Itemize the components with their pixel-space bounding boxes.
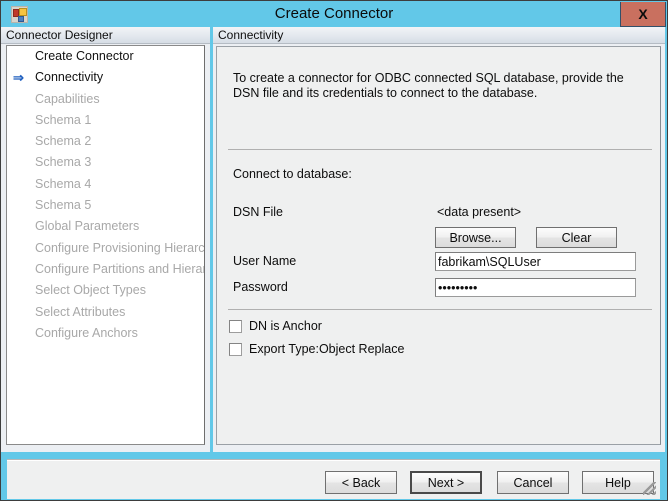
sidebar-item-schema-5[interactable]: Schema 5 [7, 195, 204, 216]
sidebar-item-label: Schema 2 [35, 134, 92, 149]
sidebar-item-schema-3[interactable]: Schema 3 [7, 152, 204, 173]
sidebar-item-label: Schema 3 [35, 155, 92, 170]
current-step-arrow-icon: ⇒ [13, 70, 24, 86]
dn-is-anchor-checkbox-row[interactable]: DN is Anchor [229, 319, 322, 333]
create-connector-dialog: Create Connector X Connector Designer Cr… [0, 0, 668, 501]
sidebar-item-label: Select Attributes [35, 304, 126, 319]
intro-description: To create a connector for ODBC connected… [233, 71, 624, 100]
next-button[interactable]: Next > [410, 471, 482, 494]
dialog-client-area: Connector Designer Create Connector ⇒ Co… [1, 27, 667, 500]
sidebar-item-capabilities[interactable]: Capabilities [7, 89, 204, 110]
sidebar-panel: Connector Designer Create Connector ⇒ Co… [1, 27, 210, 452]
sidebar-item-label: Schema 1 [35, 112, 92, 127]
footer-bar: < Back Next > Cancel Help [7, 461, 660, 499]
export-type-object-replace-label: Export Type:Object Replace [249, 342, 405, 356]
sidebar-item-create-connector[interactable]: Create Connector [7, 46, 204, 67]
sidebar-item-global-parameters[interactable]: Global Parameters [7, 216, 204, 237]
sidebar-item-label: Configure Anchors [35, 325, 138, 340]
window-title: Create Connector [274, 5, 394, 22]
dn-is-anchor-label: DN is Anchor [249, 319, 322, 333]
resize-grip-icon[interactable] [643, 482, 656, 495]
sidebar-item-configure-partitions-and-hierarchies[interactable]: Configure Partitions and Hierarchies [7, 259, 204, 280]
cancel-button[interactable]: Cancel [497, 471, 569, 494]
sidebar-item-label: Select Object Types [35, 283, 146, 298]
sidebar-item-label: Global Parameters [35, 219, 140, 234]
sidebar-item-configure-anchors[interactable]: Configure Anchors [7, 323, 204, 344]
sidebar-item-select-object-types[interactable]: Select Object Types [7, 280, 204, 301]
connectivity-form: To create a connector for ODBC connected… [216, 46, 661, 445]
password-label: Password [233, 280, 288, 294]
main-panel-header: Connectivity [213, 27, 665, 44]
dn-is-anchor-checkbox[interactable] [229, 319, 242, 333]
sidebar-item-configure-provisioning-hierarchy[interactable]: Configure Provisioning Hierarchy [7, 238, 204, 259]
sidebar-item-label: Capabilities [35, 91, 100, 106]
dsn-file-value: <data present> [437, 205, 522, 219]
sidebar-item-label: Configure Provisioning Hierarchy [35, 240, 205, 255]
close-icon[interactable]: X [620, 2, 666, 27]
clear-button[interactable]: Clear [536, 227, 617, 248]
user-name-input[interactable] [435, 252, 636, 271]
browse-button[interactable]: Browse... [435, 227, 516, 248]
divider-top [228, 149, 652, 150]
sidebar-item-schema-4[interactable]: Schema 4 [7, 174, 204, 195]
sidebar-item-label: Configure Partitions and Hierarchies [35, 261, 204, 276]
dsn-file-label: DSN File [233, 205, 284, 219]
back-button[interactable]: < Back [325, 471, 397, 494]
sidebar-item-label: Create Connector [35, 49, 134, 63]
sidebar-item-select-attributes[interactable]: Select Attributes [7, 302, 204, 323]
export-type-object-replace-checkbox-row[interactable]: Export Type:Object Replace [229, 342, 404, 356]
sidebar-item-label: Schema 5 [35, 198, 92, 213]
password-input[interactable] [435, 278, 636, 297]
sidebar-item-schema-1[interactable]: Schema 1 [7, 110, 204, 131]
title-bar: Create Connector X [1, 1, 667, 27]
main-panel: Connectivity To create a connector for O… [213, 27, 665, 452]
divider-bottom [228, 309, 652, 310]
export-type-object-replace-checkbox[interactable] [229, 342, 242, 356]
sidebar-item-label: Schema 4 [35, 176, 92, 191]
sidebar-item-connectivity[interactable]: ⇒ Connectivity [7, 67, 204, 88]
user-name-label: User Name [233, 254, 297, 268]
sidebar-header: Connector Designer [1, 27, 210, 44]
sidebar-nav-list[interactable]: Create Connector ⇒ Connectivity Capabili… [6, 45, 205, 445]
sidebar-item-label: Connectivity [35, 70, 104, 85]
connect-to-database-label: Connect to database: [233, 167, 352, 181]
sidebar-item-schema-2[interactable]: Schema 2 [7, 131, 204, 152]
